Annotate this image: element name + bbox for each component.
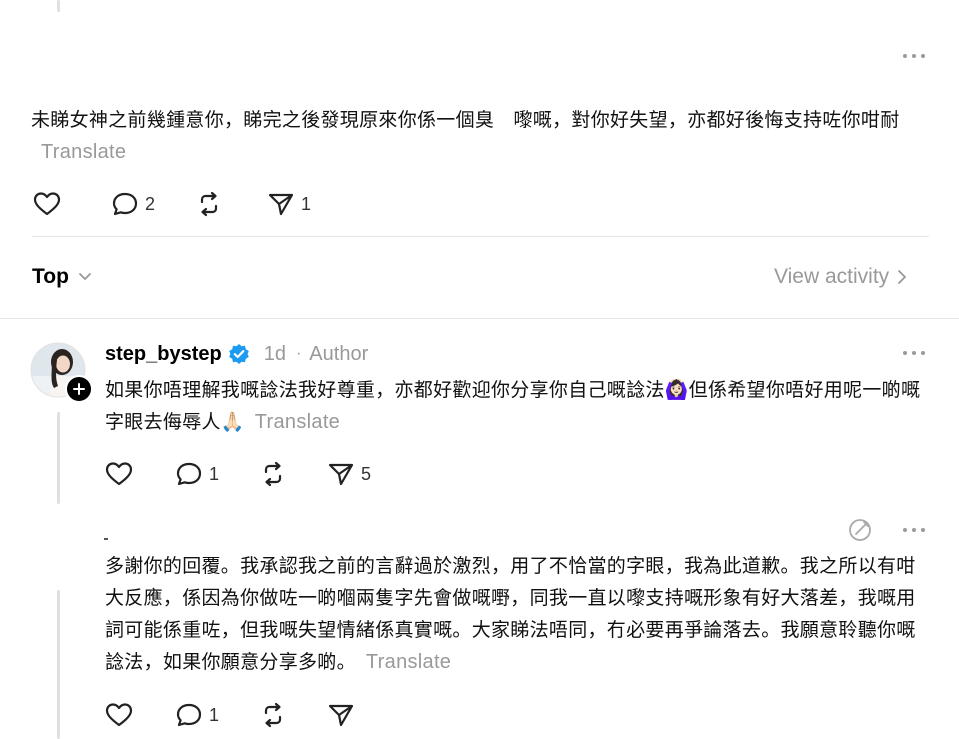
dot [921,351,925,355]
share-button[interactable]: 1 [267,191,311,217]
reply2-translate-link[interactable]: Translate [366,651,451,673]
top-post-text-block: 未睇女神之前幾鍾意你，睇完之後發現原來你係一個臭 嚟嘅，對你好失望，亦都好後悔支… [31,104,931,168]
like-button[interactable] [105,461,133,487]
divider [0,318,959,319]
edit-icon-button[interactable] [847,517,873,547]
reply1-text-block: 如果你唔理解我嘅諗法我好尊重，亦都好歡迎你分享你自己嘅諗法🙆🏻‍♀️但係希望你唔… [105,374,925,438]
reply1-text: 如果你唔理解我嘅諗法我好尊重，亦都好歡迎你分享你自己嘅諗法🙆🏻‍♀️但係希望你唔… [105,379,921,433]
timestamp: 1d [263,342,286,365]
reply-button[interactable]: 1 [175,461,219,487]
reply-count: 1 [209,704,220,725]
comment-icon [176,462,202,486]
thread-line-reply2 [57,590,60,739]
heart-icon [105,462,133,486]
send-icon [328,463,354,486]
comment-icon [176,703,202,727]
username[interactable]: step_bystep [105,343,222,366]
dot [903,351,907,355]
reply2-more-button[interactable] [903,524,925,536]
dot [903,54,907,58]
like-button[interactable] [33,191,61,217]
sort-dropdown[interactable]: Top [32,265,93,289]
top-post-text: 未睇女神之前幾鍾意你，睇完之後發現原來你係一個臭 嚟嘅，對你好失望，亦都好後悔支… [31,109,900,131]
reply-count: 1 [209,463,220,484]
comment-icon [112,192,138,216]
dot [912,351,916,355]
dot [903,528,907,532]
author-badge: Author [309,342,369,365]
reply1-actions: 1 5 [105,459,411,489]
chevron-down-icon [79,273,91,281]
reply-count: 2 [145,193,156,214]
follow-plus-button[interactable] [65,375,93,403]
heart-icon [105,703,133,727]
reply1-more-button[interactable] [903,347,925,359]
repost-icon [264,461,282,487]
dot [921,54,925,58]
edit-slash-icon [849,519,871,541]
reply-button[interactable]: 1 [175,702,219,728]
divider [32,236,929,237]
view-activity-label: View activity [774,265,890,288]
send-icon [268,193,294,216]
repost-button[interactable] [259,461,287,487]
dot [921,528,925,532]
share-button[interactable] [327,702,355,728]
repost-button[interactable] [259,702,287,728]
send-icon [328,704,354,727]
thread-line-top [57,0,60,12]
sort-label: Top [32,265,69,288]
like-button[interactable] [105,702,133,728]
reply-button[interactable]: 2 [111,191,155,217]
avatar[interactable] [30,342,93,403]
view-activity-link[interactable]: View activity [774,265,909,289]
share-button[interactable]: 5 [327,461,371,487]
share-count: 1 [301,193,312,214]
repost-icon [264,702,282,728]
repost-button[interactable] [195,191,223,217]
reply2-actions: 1 [105,700,395,730]
plus-icon [73,383,85,395]
separator: · [295,345,302,362]
heart-icon [33,192,61,216]
share-count: 5 [361,463,372,484]
top-post-actions: 2 1 [33,189,351,219]
chevron-right-icon [898,270,907,284]
dot [912,528,916,532]
reply1-translate-link[interactable]: Translate [255,411,340,433]
thread-line-reply1 [57,412,60,504]
dot [912,54,916,58]
verified-badge-icon [228,344,249,364]
repost-icon [200,191,218,217]
reply1-header: step_bystep 1d · Author [105,340,368,368]
reply2-username-placeholder [104,538,108,540]
top-post-more-button[interactable] [903,50,925,62]
reply2-text-block: 多謝你的回覆。我承認我之前的言辭過於激烈，用了不恰當的字眼，我為此道歉。我之所以… [105,550,925,678]
top-post-translate-link[interactable]: Translate [41,141,126,163]
reply2-text: 多謝你的回覆。我承認我之前的言辭過於激烈，用了不恰當的字眼，我為此道歉。我之所以… [105,555,916,673]
